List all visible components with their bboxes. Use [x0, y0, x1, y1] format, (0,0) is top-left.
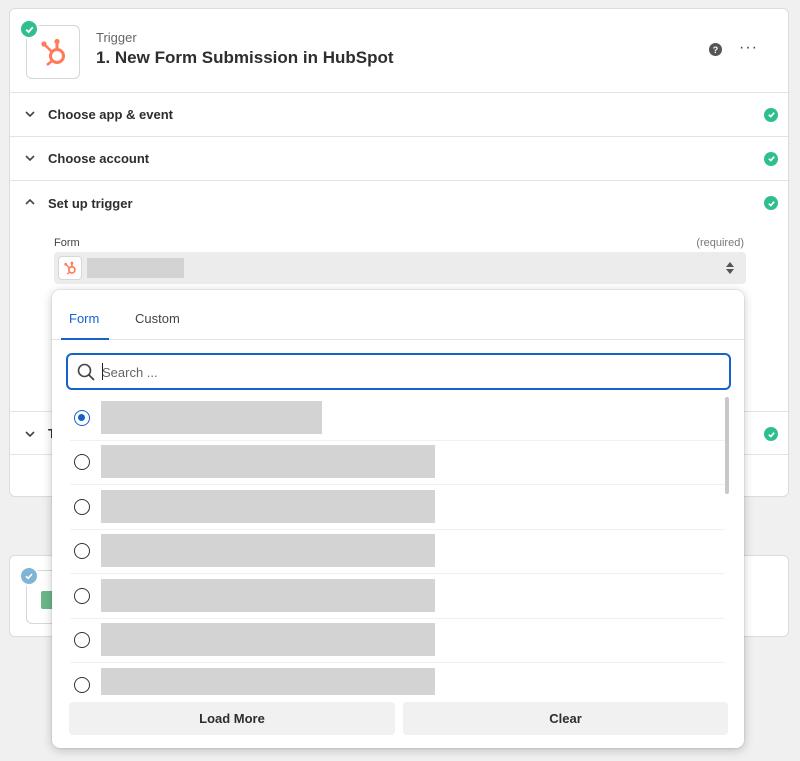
- selected-form-value-redacted: [87, 258, 184, 278]
- tab-custom[interactable]: Custom: [135, 311, 180, 326]
- list-item[interactable]: [70, 397, 725, 441]
- option-label-redacted: [101, 490, 435, 523]
- clear-button[interactable]: Clear: [403, 702, 728, 735]
- section-choose-account[interactable]: Choose account: [10, 137, 788, 181]
- list-item[interactable]: [70, 530, 725, 574]
- search-icon: [77, 363, 95, 381]
- section-set-up-trigger[interactable]: Set up trigger: [10, 181, 788, 225]
- step-status-icon: [19, 566, 39, 586]
- trigger-complete-icon: [19, 19, 39, 39]
- radio-selected[interactable]: [74, 410, 90, 426]
- chevron-up-icon: [25, 198, 35, 205]
- tab-form[interactable]: Form: [69, 311, 99, 326]
- option-label-redacted: [101, 445, 435, 478]
- search-box[interactable]: [66, 353, 731, 390]
- form-select[interactable]: [54, 252, 746, 284]
- option-label-redacted: [101, 534, 435, 567]
- radio-unselected[interactable]: [74, 677, 90, 693]
- section-complete-icon: [764, 107, 778, 122]
- radio-unselected[interactable]: [74, 454, 90, 470]
- text-caret: [102, 363, 103, 380]
- list-item[interactable]: [70, 575, 725, 619]
- section-label: Choose account: [48, 151, 150, 166]
- section-label: Choose app & event: [48, 107, 173, 122]
- radio-unselected[interactable]: [74, 588, 90, 604]
- search-input[interactable]: [102, 361, 702, 383]
- list-item[interactable]: [70, 664, 725, 695]
- form-field-label: Form: [54, 237, 80, 249]
- radio-unselected[interactable]: [74, 632, 90, 648]
- chevron-down-icon: [25, 155, 35, 162]
- list-item[interactable]: [70, 619, 725, 663]
- chevron-down-icon: [25, 111, 35, 118]
- radio-unselected[interactable]: [74, 499, 90, 515]
- required-indicator: (required): [696, 237, 744, 249]
- list-item[interactable]: [70, 441, 725, 485]
- option-label-redacted: [101, 668, 435, 695]
- dropdown-tabs: Form Custom: [52, 290, 744, 340]
- section-complete-icon: [764, 427, 778, 441]
- load-more-button[interactable]: Load More: [69, 702, 395, 735]
- active-tab-indicator: [61, 338, 109, 340]
- radio-unselected[interactable]: [74, 543, 90, 559]
- hubspot-icon: [58, 256, 82, 280]
- list-item[interactable]: [70, 486, 725, 530]
- step-kind-label: Trigger: [96, 30, 137, 45]
- section-complete-icon: [764, 151, 778, 166]
- more-options-icon[interactable]: ···: [739, 39, 758, 57]
- form-dropdown: Form Custom Search ... Load More Clear: [52, 290, 744, 748]
- option-label-redacted: [101, 579, 435, 612]
- help-icon[interactable]: ?: [709, 43, 722, 56]
- form-options-list[interactable]: [52, 397, 730, 695]
- chevron-down-icon: [25, 431, 35, 438]
- option-label-redacted: [101, 623, 435, 656]
- section-choose-app-event[interactable]: Choose app & event: [10, 93, 788, 137]
- section-label: Set up trigger: [48, 195, 133, 211]
- option-label-redacted: [101, 401, 322, 434]
- list-scrollbar[interactable]: [725, 397, 729, 494]
- trigger-header: Trigger 1. New Form Submission in HubSpo…: [10, 9, 788, 93]
- hubspot-logo-icon: [41, 38, 65, 67]
- section-complete-icon: [764, 196, 778, 210]
- step-title[interactable]: 1. New Form Submission in HubSpot: [96, 48, 394, 68]
- select-arrows-icon: [726, 262, 734, 274]
